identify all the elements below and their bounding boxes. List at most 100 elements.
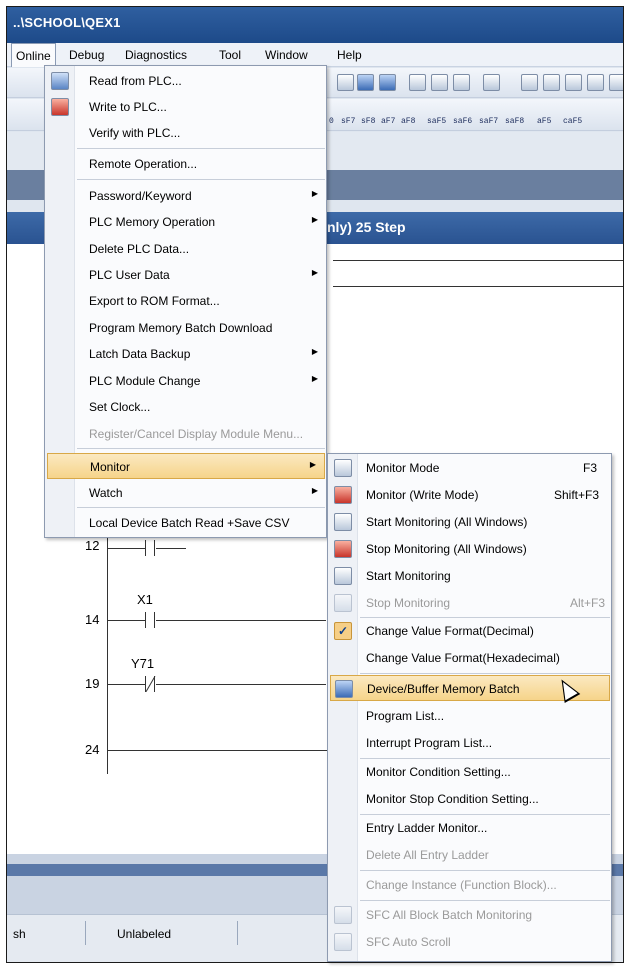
status-label: Unlabeled bbox=[117, 927, 172, 941]
toolbar-key-label[interactable]: aF8 bbox=[401, 117, 415, 126]
menu-item-plc-module-change[interactable]: PLC Module Change ▶ bbox=[45, 368, 326, 394]
menu-item-stop-monitoring-all[interactable]: Stop Monitoring (All Windows) bbox=[328, 536, 611, 562]
submenu-arrow-icon: ▶ bbox=[311, 215, 318, 224]
menu-item-entry-ladder-monitor[interactable]: Entry Ladder Monitor... bbox=[328, 815, 611, 841]
toolbar-monitor-icon[interactable] bbox=[431, 74, 448, 91]
stop-monitoring-all-icon bbox=[334, 540, 352, 558]
menu-item-plc-user-data[interactable]: PLC User Data ▶ bbox=[45, 262, 326, 288]
toolbar-contact-icon[interactable] bbox=[587, 74, 604, 91]
menu-separator bbox=[77, 448, 325, 449]
toolbar-dev-icon[interactable] bbox=[379, 74, 396, 91]
monitor-submenu: Monitor Mode F3 Monitor (Write Mode) Shi… bbox=[327, 453, 612, 962]
device-buffer-memory-icon bbox=[335, 680, 353, 698]
menu-item-stop-monitoring: Stop Monitoring Alt+F3 bbox=[328, 590, 611, 616]
toolbar-ladder-icon[interactable] bbox=[337, 74, 354, 91]
menu-item-read-from-plc[interactable]: Read from PLC... bbox=[45, 68, 326, 94]
document-title: nly) 25 Step bbox=[327, 219, 406, 235]
submenu-arrow-icon: ▶ bbox=[309, 460, 316, 469]
menu-item-export-rom-format[interactable]: Export to ROM Format... bbox=[45, 288, 326, 314]
device-label: X1 bbox=[137, 592, 153, 607]
menu-item-remote-operation[interactable]: Remote Operation... bbox=[45, 151, 326, 177]
toolbar-monitor-icon[interactable] bbox=[453, 74, 470, 91]
toolbar-key-label[interactable]: sF8 bbox=[361, 117, 375, 126]
menu-item-interrupt-program-list[interactable]: Interrupt Program List... bbox=[328, 730, 611, 756]
menu-item-monitor-mode[interactable]: Monitor Mode F3 bbox=[328, 455, 611, 481]
menu-item-monitor-condition-setting[interactable]: Monitor Condition Setting... bbox=[328, 759, 611, 785]
rung-line bbox=[156, 620, 326, 621]
toolbar-key-label[interactable]: aF7 bbox=[381, 117, 395, 126]
menu-item-change-instance: Change Instance (Function Block)... bbox=[366, 878, 557, 892]
menu-item-plc-memory-operation[interactable]: PLC Memory Operation ▶ bbox=[45, 209, 326, 235]
toolbar-key-label[interactable]: caF5 bbox=[563, 117, 582, 126]
toolbar-contact-icon[interactable] bbox=[543, 74, 560, 91]
sfc-auto-scroll-icon bbox=[334, 933, 352, 951]
toolbar-key-label[interactable]: aF5 bbox=[537, 117, 551, 126]
menu-item-sfc-auto-scroll: SFC Auto Scroll bbox=[328, 929, 611, 955]
menu-item-start-monitoring[interactable]: Start Monitoring bbox=[328, 563, 611, 589]
online-menu: Read from PLC... Write to PLC... Verify … bbox=[44, 65, 327, 538]
rung-line bbox=[107, 620, 145, 621]
monitor-mode-icon bbox=[334, 459, 352, 477]
menu-item-program-list[interactable]: Program List... bbox=[328, 703, 611, 729]
menu-separator bbox=[77, 148, 325, 149]
contact-no[interactable] bbox=[145, 612, 155, 628]
menu-online[interactable]: Online bbox=[11, 43, 56, 67]
menu-item-sfc-all-block-batch-monitoring: SFC All Block Batch Monitoring bbox=[328, 902, 611, 928]
title-bar: ..\SCHOOL\QEX1 bbox=[7, 7, 623, 43]
toolbar-key-label[interactable]: saF5 bbox=[427, 117, 446, 126]
step-number: 19 bbox=[85, 676, 100, 691]
menu-item-monitor-stop-condition-setting[interactable]: Monitor Stop Condition Setting... bbox=[328, 786, 611, 812]
menu-diagnostics[interactable]: Diagnostics bbox=[125, 48, 187, 62]
toolbar-contact-icon[interactable] bbox=[521, 74, 538, 91]
toolbar-dev-icon[interactable] bbox=[357, 74, 374, 91]
toolbar-key-label[interactable]: saF8 bbox=[505, 117, 524, 126]
toolbar-key-label[interactable]: saF7 bbox=[479, 117, 498, 126]
write-to-plc-icon bbox=[51, 98, 69, 116]
rung-line bbox=[156, 548, 186, 549]
toolbar-plc-icon[interactable] bbox=[483, 74, 500, 91]
menu-window[interactable]: Window bbox=[265, 48, 308, 62]
menu-item-value-format-hexadecimal[interactable]: Change Value Format(Hexadecimal) bbox=[328, 645, 611, 671]
menu-item-program-memory-batch-download[interactable]: Program Memory Batch Download bbox=[45, 315, 326, 341]
rung-line bbox=[333, 260, 623, 261]
menu-debug[interactable]: Debug bbox=[69, 48, 104, 62]
menu-item-verify-with-plc[interactable]: Verify with PLC... bbox=[45, 120, 326, 146]
menu-item-write-to-plc[interactable]: Write to PLC... bbox=[45, 94, 326, 120]
step-number: 12 bbox=[85, 538, 100, 553]
menu-item-delete-plc-data[interactable]: Delete PLC Data... bbox=[45, 236, 326, 262]
menu-item-register-display-module-menu: Register/Cancel Display Module Menu... bbox=[89, 427, 304, 441]
toolbar-monitor-icon[interactable] bbox=[409, 74, 426, 91]
menu-tool[interactable]: Tool bbox=[219, 48, 241, 62]
sfc-batch-monitor-icon bbox=[334, 906, 352, 924]
submenu-arrow-icon: ▶ bbox=[311, 268, 318, 277]
menu-item-watch[interactable]: Watch ▶ bbox=[45, 480, 326, 506]
toolbar-contact-icon[interactable] bbox=[565, 74, 582, 91]
submenu-arrow-icon: ▶ bbox=[311, 347, 318, 356]
stop-monitoring-icon bbox=[334, 594, 352, 612]
menu-item-value-format-decimal[interactable]: ✓ Change Value Format(Decimal) bbox=[328, 618, 611, 644]
status-mode: sh bbox=[13, 927, 26, 941]
menu-item-monitor-write-mode[interactable]: Monitor (Write Mode) Shift+F3 bbox=[328, 482, 611, 508]
menu-item-latch-data-backup[interactable]: Latch Data Backup ▶ bbox=[45, 341, 326, 367]
step-number: 24 bbox=[85, 742, 100, 757]
menu-bar: Online Debug Diagnostics Tool Window Hel… bbox=[7, 43, 623, 67]
rung-line bbox=[156, 684, 326, 685]
toolbar-contact-icon[interactable] bbox=[609, 74, 623, 91]
menu-item-local-device-batch-read[interactable]: Local Device Batch Read +Save CSV bbox=[45, 510, 326, 536]
window-title: ..\SCHOOL\QEX1 bbox=[13, 15, 121, 30]
menu-help[interactable]: Help bbox=[337, 48, 362, 62]
monitor-write-mode-icon bbox=[334, 486, 352, 504]
contact-no[interactable] bbox=[145, 540, 155, 556]
menu-separator bbox=[360, 673, 610, 674]
menu-separator bbox=[77, 179, 325, 180]
menu-item-monitor[interactable]: Monitor ▶ bbox=[47, 453, 325, 479]
status-divider bbox=[237, 921, 238, 945]
step-number: 14 bbox=[85, 612, 100, 627]
toolbar-key-label[interactable]: saF6 bbox=[453, 117, 472, 126]
start-monitoring-all-icon bbox=[334, 513, 352, 531]
menu-item-start-monitoring-all[interactable]: Start Monitoring (All Windows) bbox=[328, 509, 611, 535]
toolbar-key-label[interactable]: sF7 bbox=[341, 117, 355, 126]
menu-separator bbox=[360, 900, 610, 901]
menu-item-password-keyword[interactable]: Password/Keyword ▶ bbox=[45, 183, 326, 209]
menu-item-set-clock[interactable]: Set Clock... bbox=[45, 394, 326, 420]
